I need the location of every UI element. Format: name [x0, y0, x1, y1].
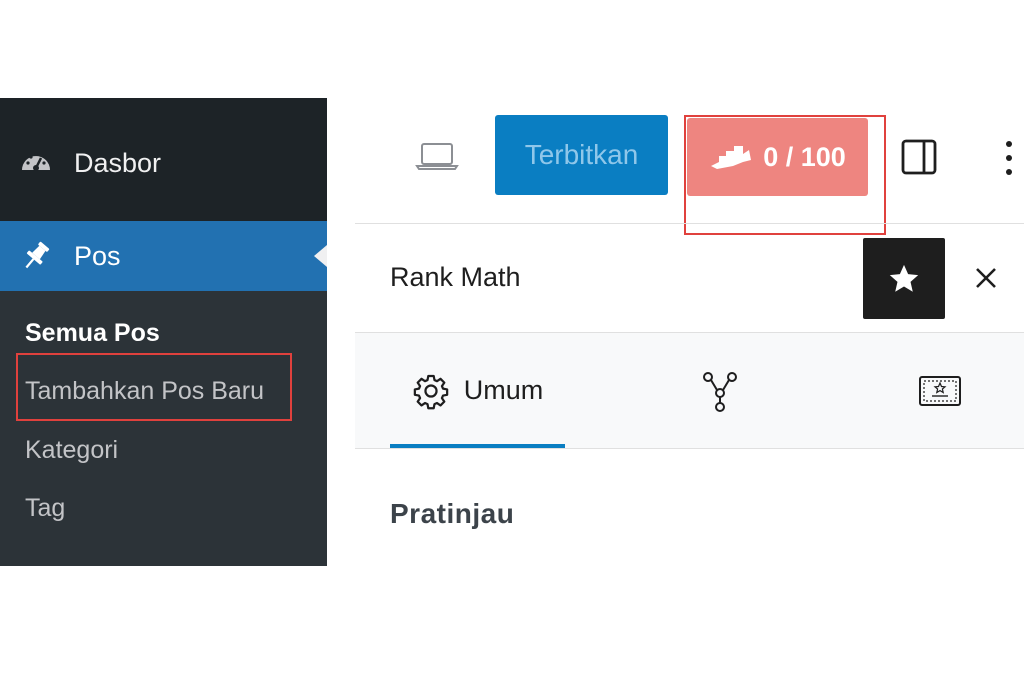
- tab-general-label: Umum: [463, 375, 544, 405]
- sidebar-panel-icon: [901, 139, 937, 175]
- gear-icon: [413, 374, 449, 409]
- options-menu-button[interactable]: [994, 136, 1024, 180]
- pushpin-icon: [18, 238, 54, 274]
- preview-button[interactable]: [412, 136, 462, 176]
- highlight-box-score: [684, 115, 886, 235]
- laptop-icon: [415, 143, 459, 170]
- social-card-icon: [919, 375, 961, 406]
- preview-section-title: Pratinjau: [390, 498, 515, 529]
- settings-sidebar-toggle[interactable]: [898, 136, 940, 178]
- star-icon: [889, 264, 919, 292]
- highlight-box-add-new: [16, 353, 292, 421]
- active-menu-notch: [314, 245, 327, 267]
- menu-item-dashboard-label: Dasbor: [74, 147, 162, 178]
- vertical-ellipsis-icon: [1006, 141, 1012, 175]
- menu-item-posts[interactable]: Pos: [0, 221, 327, 291]
- tabs-divider: [355, 448, 1024, 449]
- submenu-all-posts[interactable]: Semua Pos: [25, 319, 160, 348]
- pin-favorite-button[interactable]: [863, 238, 945, 319]
- dashboard-gauge-icon: [18, 145, 54, 181]
- tab-schema[interactable]: [690, 333, 750, 448]
- submenu-categories[interactable]: Kategori: [25, 436, 118, 465]
- tab-social[interactable]: [910, 333, 970, 448]
- close-icon: [976, 268, 996, 288]
- close-panel-button[interactable]: [968, 260, 1004, 296]
- header-divider: [355, 223, 1024, 224]
- posts-submenu: Semua Pos Tambahkan Pos Baru Kategori Ta…: [0, 291, 327, 553]
- submenu-tags[interactable]: Tag: [25, 494, 65, 523]
- admin-menu: Dasbor Pos Semua Pos Tambahkan Pos Baru …: [0, 98, 327, 566]
- menu-item-posts-label: Pos: [74, 240, 121, 271]
- tab-general[interactable]: Umum: [390, 333, 565, 449]
- panel-tabs: Umum: [355, 333, 1024, 449]
- publish-button[interactable]: Terbitkan: [495, 115, 668, 195]
- menu-item-dashboard[interactable]: Dasbor: [0, 138, 327, 188]
- panel-title: Rank Math: [390, 262, 521, 292]
- schema-icon: [703, 371, 737, 412]
